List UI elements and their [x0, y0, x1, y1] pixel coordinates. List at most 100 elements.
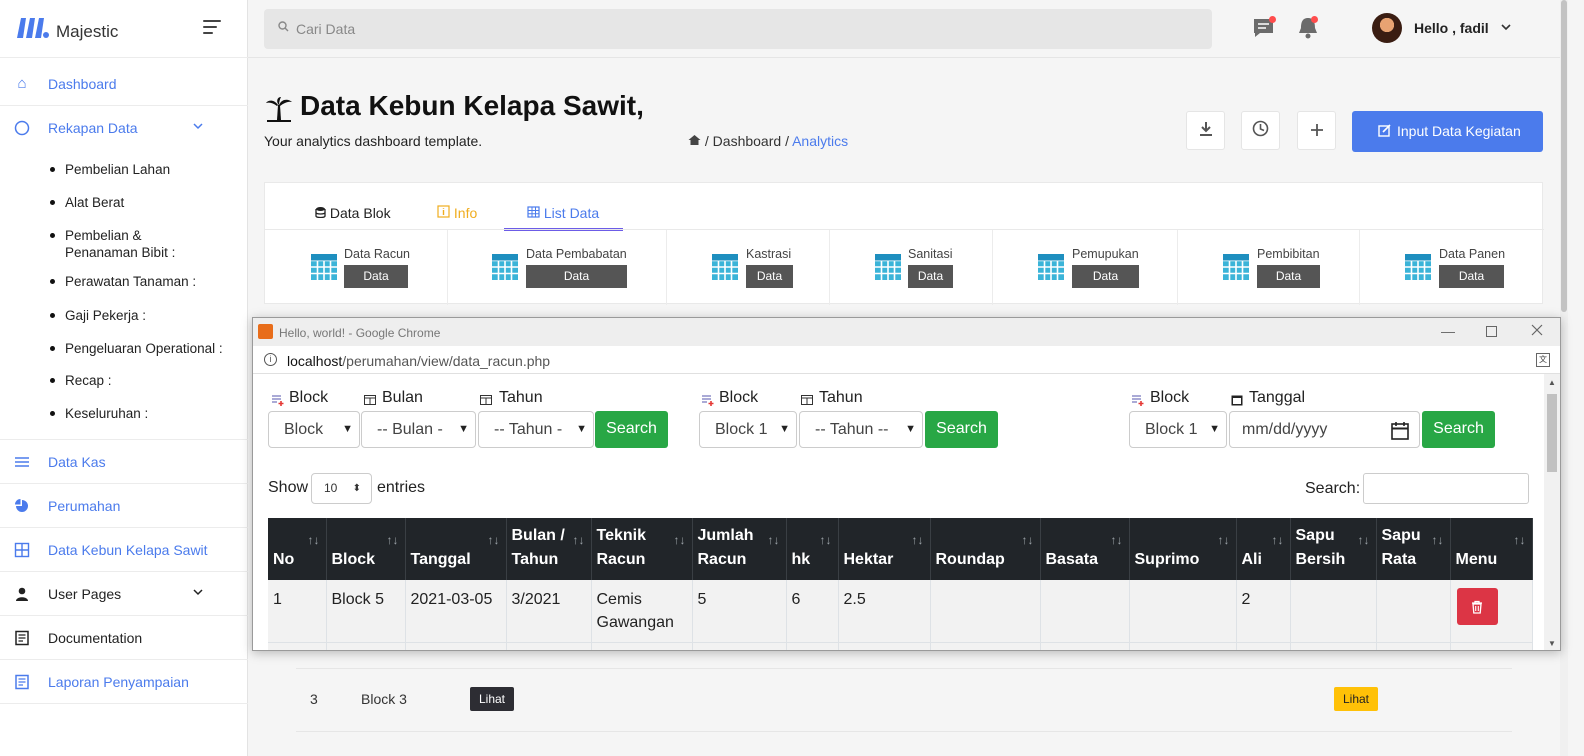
- sidebar-item-user-pages[interactable]: User Pages: [0, 572, 248, 616]
- column-header[interactable]: Tanggal ↑↓: [405, 518, 507, 580]
- delete-button[interactable]: [1456, 588, 1498, 625]
- sidebar-item-data-kebun[interactable]: Data Kebun Kelapa Sawit: [0, 528, 248, 572]
- column-header[interactable]: Suprimo ↑↓: [1129, 518, 1237, 580]
- bulan-select[interactable]: -- Bulan - ▼: [361, 411, 476, 448]
- sidebar-subitem[interactable]: Pembelian Lahan: [50, 161, 170, 178]
- circle-icon: [14, 120, 30, 136]
- sidebar-item-label: Dashboard: [48, 76, 117, 92]
- sidebar-item-perumahan[interactable]: Perumahan: [0, 484, 248, 528]
- column-header[interactable]: Menu ↑↓: [1450, 518, 1533, 580]
- column-header[interactable]: Sapu Rata ↑↓: [1376, 518, 1451, 580]
- tab-list-data[interactable]: List Data: [527, 205, 599, 221]
- category-data-button[interactable]: Data: [526, 265, 627, 288]
- block-select[interactable]: Block 1 ▼: [699, 411, 797, 448]
- chevron-down-icon[interactable]: [1500, 21, 1512, 36]
- xampp-logo-icon: [258, 324, 273, 339]
- sidebar-subitem[interactable]: Recap :: [50, 372, 112, 389]
- column-header[interactable]: Roundap ↑↓: [930, 518, 1041, 580]
- search-button[interactable]: Search: [925, 411, 998, 448]
- category-data-button[interactable]: Data: [344, 265, 408, 288]
- majestic-logo-icon[interactable]: [15, 14, 51, 40]
- add-button[interactable]: [1297, 111, 1336, 150]
- column-header[interactable]: Bulan / Tahun ↑↓: [506, 518, 592, 580]
- calendar-icon: [1391, 420, 1409, 455]
- history-button[interactable]: [1241, 111, 1280, 150]
- tahun-select[interactable]: -- Tahun - ▼: [478, 411, 594, 448]
- global-search[interactable]: [264, 9, 1212, 49]
- popup-browser-window: Hello, world! - Google Chrome — i localh…: [252, 317, 1561, 651]
- avatar[interactable]: [1372, 13, 1402, 43]
- minimize-icon[interactable]: —: [1441, 323, 1455, 339]
- sidebar-subitem[interactable]: Pembelian & Penanaman Bibit :: [50, 227, 175, 261]
- entries-select[interactable]: 10 ⬍: [311, 473, 372, 504]
- sidebar-item-dashboard[interactable]: ⌂ Dashboard: [0, 62, 248, 106]
- page-scrollbar[interactable]: [1560, 0, 1568, 756]
- block-select[interactable]: Block 1 ▼: [1129, 411, 1227, 448]
- category-data-button[interactable]: Data: [746, 265, 793, 288]
- sidebar-subitem[interactable]: Perawatan Tanaman :: [50, 273, 196, 290]
- category-data-button[interactable]: Data: [908, 265, 953, 288]
- close-icon[interactable]: [1531, 323, 1543, 339]
- chevron-down-icon: [193, 587, 203, 597]
- column-header[interactable]: Hektar ↑↓: [838, 518, 931, 580]
- breadcrumb-analytics[interactable]: Analytics: [792, 133, 848, 149]
- column-header[interactable]: Basata ↑↓: [1040, 518, 1130, 580]
- column-header[interactable]: Teknik Racun ↑↓: [591, 518, 693, 580]
- category-data-button[interactable]: Data: [1072, 265, 1139, 288]
- input-data-kegiatan-button[interactable]: Input Data Kegiatan: [1352, 111, 1543, 152]
- download-button[interactable]: [1186, 111, 1225, 150]
- search-input[interactable]: [296, 19, 1176, 39]
- category-item: Data Racun Data: [265, 230, 448, 305]
- brand-name: Majestic: [56, 22, 119, 41]
- sidebar-subitem[interactable]: Pengeluaran Operational :: [50, 340, 223, 357]
- row-no: 3: [310, 691, 318, 707]
- sidebar-subitem[interactable]: Alat Berat: [50, 194, 124, 211]
- home-icon[interactable]: [688, 133, 701, 149]
- tab-data-blok[interactable]: Data Blok: [315, 205, 391, 221]
- table-row: 1 Block 5 2021-03-05 3/2021 Cemis Gawangan 5 6 2…: [268, 580, 1533, 643]
- search-button[interactable]: Search: [1422, 411, 1495, 448]
- sidebar-subitem[interactable]: Gaji Pekerja :: [50, 307, 146, 324]
- search-button[interactable]: Search: [595, 411, 668, 448]
- column-header[interactable]: Block ↑↓: [326, 518, 406, 580]
- popup-scrollbar[interactable]: ▲ ▼: [1544, 374, 1560, 650]
- breadcrumb: / Dashboard / Analytics: [688, 133, 848, 149]
- column-header[interactable]: Jumlah Racun ↑↓: [692, 518, 787, 580]
- column-header[interactable]: Sapu Bersih ↑↓: [1290, 518, 1377, 580]
- maximize-icon[interactable]: [1486, 324, 1497, 340]
- filter-label-tanggal: Tanggal: [1249, 389, 1306, 406]
- table-search-input[interactable]: [1363, 473, 1529, 504]
- column-header[interactable]: hk ↑↓: [786, 518, 839, 580]
- add-list-icon: [702, 395, 714, 406]
- sort-icon: ↑↓: [819, 533, 832, 547]
- sort-icon: ↑↓: [673, 533, 686, 547]
- lihat-button[interactable]: Lihat: [1334, 687, 1378, 711]
- category-data-button[interactable]: Data: [1257, 265, 1320, 288]
- chat-icon[interactable]: [1252, 16, 1278, 42]
- sidebar-subitem[interactable]: Keseluruhan :: [50, 405, 148, 422]
- tahun-select[interactable]: -- Tahun -- ▼: [799, 411, 923, 448]
- column-header[interactable]: Ali ↑↓: [1236, 518, 1291, 580]
- user-greeting[interactable]: Hello , fadil: [1414, 20, 1489, 36]
- url-text[interactable]: localhost/perumahan/view/data_racun.php: [287, 353, 550, 369]
- sidebar-item-rekapan-data[interactable]: Rekapan Data: [0, 106, 248, 150]
- translate-icon[interactable]: 文: [1536, 353, 1550, 367]
- info-icon[interactable]: i: [264, 353, 277, 366]
- date-input[interactable]: mm/dd/yyyy: [1229, 411, 1420, 448]
- bell-icon[interactable]: [1296, 16, 1322, 42]
- category-data-button[interactable]: Data: [1439, 265, 1504, 288]
- sort-icon: ↑↓: [1110, 533, 1123, 547]
- sidebar-item-data-kas[interactable]: Data Kas: [0, 440, 248, 484]
- menu-toggle-icon[interactable]: [203, 20, 221, 34]
- column-header[interactable]: No ↑↓: [268, 518, 327, 580]
- user-icon: [14, 586, 30, 602]
- window-titlebar[interactable]: Hello, world! - Google Chrome —: [253, 318, 1560, 346]
- sidebar-item-documentation[interactable]: Documentation: [0, 616, 248, 660]
- address-bar[interactable]: i localhost/perumahan/view/data_racun.ph…: [253, 346, 1560, 374]
- breadcrumb-dashboard[interactable]: Dashboard: [713, 133, 782, 149]
- table-grid-icon: [492, 254, 518, 280]
- block-select[interactable]: Block ▼: [268, 411, 360, 448]
- sidebar-item-laporan[interactable]: Laporan Penyampaian: [0, 660, 248, 704]
- lihat-button[interactable]: Lihat: [470, 687, 514, 711]
- tab-info[interactable]: Info: [437, 205, 477, 221]
